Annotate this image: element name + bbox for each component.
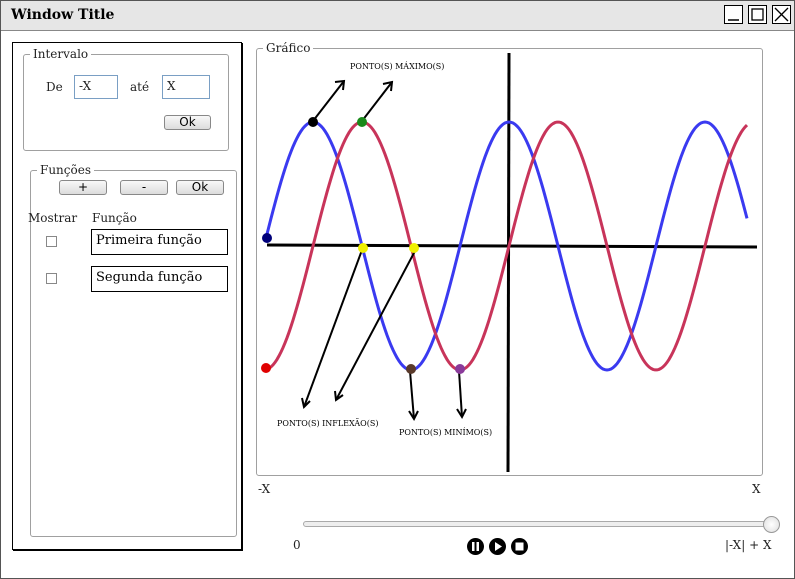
inflection-point-1[interactable] [358, 243, 368, 253]
add-function-button[interactable]: + [59, 180, 107, 195]
inflection-point-2[interactable] [409, 243, 419, 253]
close-icon [774, 7, 789, 22]
minimize-icon [728, 19, 739, 21]
functions-ok-button[interactable]: Ok [176, 180, 224, 195]
interval-group: Intervalo [23, 47, 229, 151]
x-axis [266, 243, 758, 249]
function-2-field[interactable]: Segunda função [91, 266, 228, 292]
playback-slider-thumb[interactable] [763, 516, 780, 533]
interval-ok-button[interactable]: Ok [164, 115, 211, 130]
x-min-label: -X [258, 482, 271, 496]
close-button[interactable] [772, 5, 791, 24]
interval-legend: Intervalo [33, 47, 89, 61]
start-point-1[interactable] [262, 233, 272, 243]
window-title: Window Title [11, 7, 115, 23]
play-icon [495, 542, 502, 551]
maximize-icon [751, 8, 764, 21]
to-label: até [130, 80, 150, 94]
left-panel: Intervalo De -X até X Ok Funções + - Ok … [12, 42, 242, 550]
slider-start-label: 0 [293, 538, 301, 552]
from-label: De [46, 80, 63, 94]
stop-button[interactable] [511, 538, 528, 555]
to-input[interactable]: X [162, 75, 210, 99]
function-2-checkbox[interactable] [46, 273, 57, 284]
function-column-header: Função [92, 211, 137, 225]
pause-button[interactable] [467, 538, 484, 555]
app-window: Window Title Intervalo De -X até X Ok Fu… [0, 0, 795, 579]
title-bar: Window Title [1, 1, 794, 31]
function-plot[interactable]: PONTO(S) MÁXIMO(S) PONTO(S) INFLEXÃO(S) … [257, 49, 760, 473]
play-button[interactable] [489, 538, 506, 555]
minimum-point-1[interactable] [406, 364, 416, 374]
maxima-annotation: PONTO(S) MÁXIMO(S) [350, 62, 444, 71]
remove-function-button[interactable]: - [120, 180, 168, 195]
function-1-checkbox[interactable] [46, 236, 57, 247]
playback-slider-track[interactable] [303, 521, 773, 527]
maximum-point-2[interactable] [357, 117, 367, 127]
slider-end-label: |-X| + X [725, 538, 772, 552]
maximize-button[interactable] [748, 5, 767, 24]
x-max-label: X [752, 482, 761, 496]
inflection-annotation: PONTO(S) INFLEXÃO(S) [277, 419, 378, 428]
minimum-point-2[interactable] [455, 364, 465, 374]
minima-annotation: PONTO(S) MINÍMO(S) [399, 428, 492, 437]
maximum-point-1[interactable] [308, 117, 318, 127]
function-1-field[interactable]: Primeira função [91, 229, 228, 255]
from-input[interactable]: -X [74, 75, 118, 99]
show-column-header: Mostrar [28, 211, 78, 225]
y-axis [506, 52, 511, 473]
stop-icon [515, 542, 524, 551]
functions-legend: Funções [40, 163, 91, 177]
start-point-2[interactable] [261, 363, 271, 373]
pause-icon [472, 542, 479, 551]
minimize-button[interactable] [724, 5, 743, 24]
